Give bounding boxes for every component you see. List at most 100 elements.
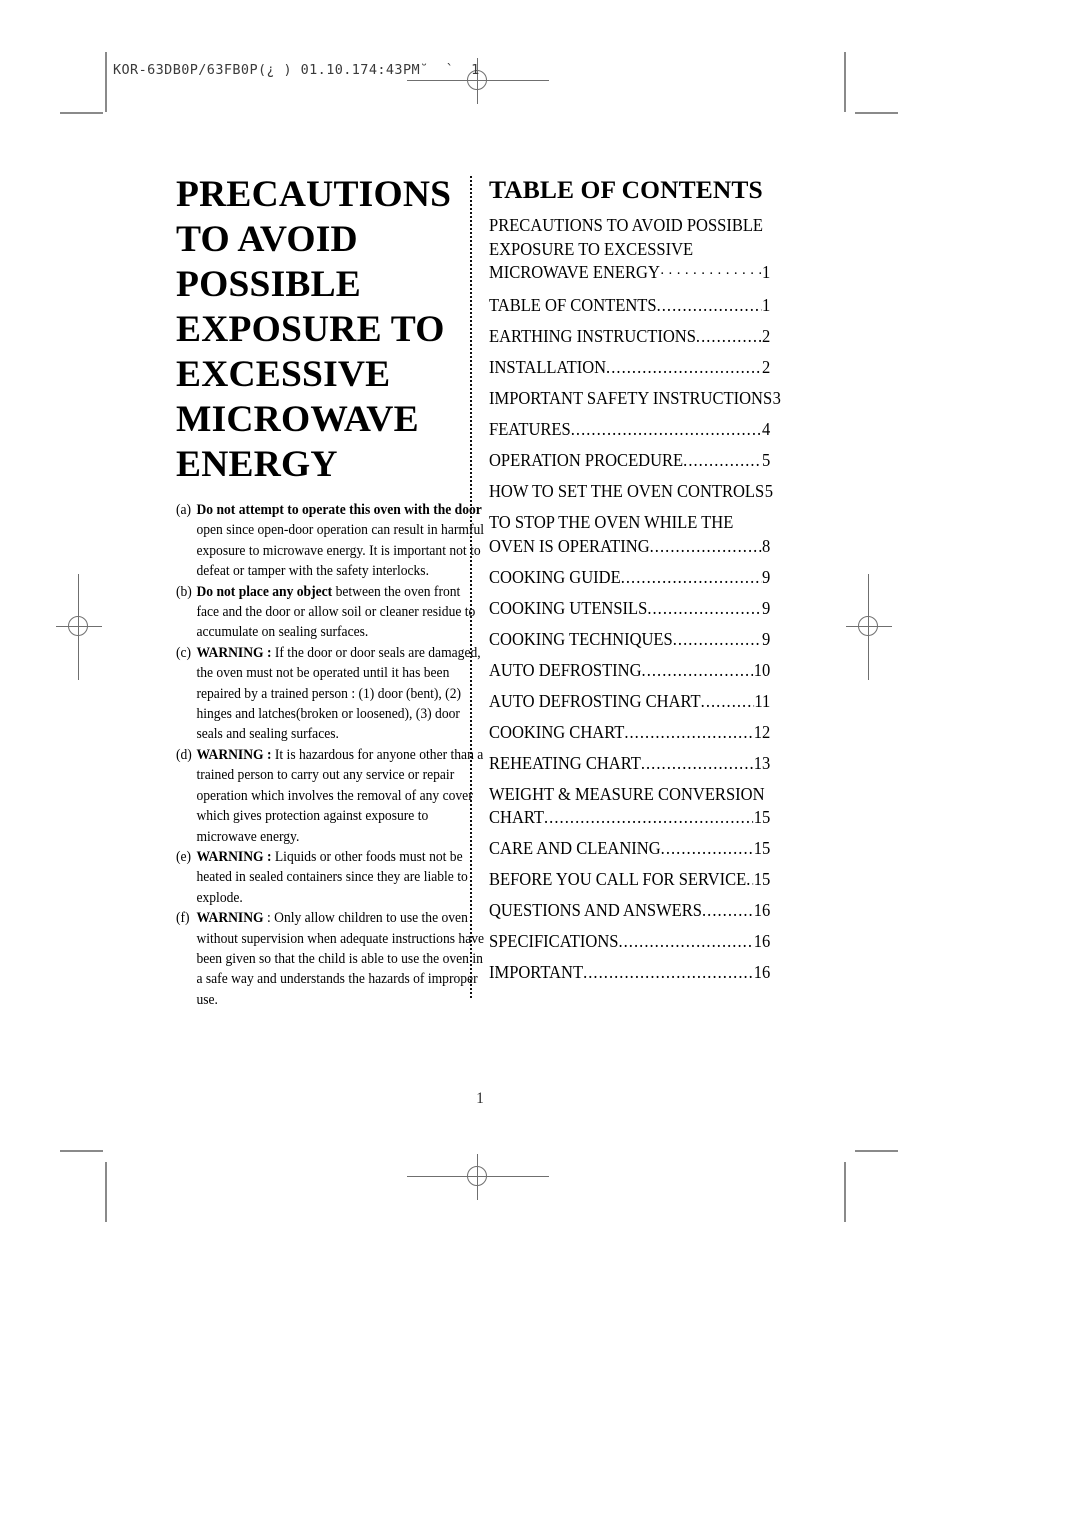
- toc-entry-row: TABLE OF CONTENTS.......................…: [489, 294, 770, 318]
- toc-entry-page-number: 13: [753, 752, 771, 773]
- toc-entry[interactable]: COOKING UTENSILS........................…: [489, 597, 770, 621]
- crop-mark-top-left-horizontal: [60, 112, 103, 114]
- toc-entry-row: COOKING CHART...........................…: [489, 721, 770, 745]
- toc-entry[interactable]: QUESTIONS AND ANSWERS...................…: [489, 899, 770, 923]
- toc-entry[interactable]: COOKING TECHNIQUES......................…: [489, 628, 770, 652]
- crop-mark-bottom-right-vertical: [844, 1162, 846, 1222]
- toc-entry-page-number: 2: [762, 326, 771, 346]
- toc-entry[interactable]: CARE AND CLEANING.......................…: [489, 837, 770, 861]
- printed-page: KOR-63DB0P/63FB0P(¿ ) 01.10.174:43PM˘ ` …: [0, 0, 1080, 1528]
- toc-entry-row: CARE AND CLEANING.......................…: [489, 837, 770, 861]
- toc-entry-row: INSTALLATION............................…: [489, 356, 770, 380]
- toc-entry-label: AUTO DEFROSTING CHART: [489, 690, 701, 711]
- crop-mark-bottom-left-vertical: [105, 1162, 107, 1222]
- registration-mark-bottom: [407, 1154, 549, 1200]
- toc-entry-label: INSTALLATION: [489, 357, 607, 377]
- toc-entry-page-number: 9: [762, 597, 771, 618]
- toc-entry[interactable]: REHEATING CHART.........................…: [489, 752, 770, 776]
- crop-mark-top-right-horizontal: [855, 112, 898, 114]
- toc-entry-row: COOKING TECHNIQUES......................…: [489, 628, 770, 652]
- precaution-item: (a) Do not attempt to operate this oven w…: [176, 500, 486, 582]
- toc-entry-wrapped-line: TO STOP THE OVEN WHILE THE: [489, 512, 734, 532]
- toc-entry-wrapped-line: PRECAUTIONS TO AVOID POSSIBLE: [489, 215, 764, 235]
- toc-entry-row: OVEN IS OPERATING.......................…: [489, 535, 770, 559]
- toc-entry-row: IMPORTANT...............................…: [489, 961, 770, 985]
- toc-entry-row: OPERATION PROCEDURE.....................…: [489, 449, 770, 473]
- toc-leader-dots: ........................................…: [683, 450, 761, 470]
- precaution-lead: Do not place any object: [196, 583, 333, 600]
- toc-entry[interactable]: PRECAUTIONS TO AVOID POSSIBLE EXPOSURE TO…: [489, 214, 770, 287]
- toc-entry[interactable]: SPECIFICATIONS..........................…: [489, 930, 770, 954]
- precaution-lead: Do not attempt to operate this oven with…: [196, 502, 482, 518]
- toc-leader-dots: ........................................…: [583, 962, 754, 982]
- toc-entry-row: MICROWAVE ENERGY························…: [489, 261, 770, 287]
- precaution-item: (c) WARNING : If the door or door seals a…: [176, 643, 486, 745]
- table-of-contents-heading: TABLE OF CONTENTS: [489, 175, 763, 204]
- toc-entry-row: QUESTIONS AND ANSWERS...................…: [489, 899, 770, 923]
- toc-entry[interactable]: COOKING GUIDE...........................…: [489, 566, 770, 590]
- toc-entry-label: TABLE OF CONTENTS: [489, 295, 657, 315]
- precaution-marker: (e): [176, 848, 192, 865]
- toc-entry-row: CHART...................................…: [489, 806, 770, 830]
- toc-entry-page-number: 5: [762, 450, 771, 470]
- page-title-line: EXCESSIVE: [176, 354, 391, 395]
- page-title-line: POSSIBLE: [176, 264, 362, 305]
- toc-entry[interactable]: AUTO DEFROSTING.........................…: [489, 659, 770, 683]
- toc-entry-row: HOW TO SET THE OVEN CONTROLS............…: [489, 480, 773, 504]
- crop-mark-bottom-right-horizontal: [855, 1150, 898, 1152]
- toc-entry-page-number: 15: [753, 807, 771, 827]
- toc-entry-wrapped-line: EXPOSURE TO EXCESSIVE: [489, 238, 694, 259]
- toc-entry-row: EARTHING INSTRUCTIONS...................…: [489, 325, 770, 349]
- toc-entry[interactable]: TO STOP THE OVEN WHILE THE OVEN IS OPERAT…: [489, 511, 770, 558]
- toc-leader-dots: ........................................…: [620, 566, 762, 587]
- toc-entry-row: AUTO DEFROSTING CHART...................…: [489, 690, 770, 714]
- registration-mark-left: [56, 574, 102, 680]
- precaution-item: (d) WARNING : It is hazardous for anyone …: [176, 745, 486, 847]
- precaution-marker: (f): [176, 910, 190, 927]
- precaution-lead: WARNING :: [196, 644, 272, 661]
- toc-entry-page-number: 15: [753, 838, 771, 858]
- toc-leader-dots: ........................................…: [570, 419, 762, 439]
- toc-entry-page-number: 10: [753, 659, 771, 680]
- toc-leader-dots: ........................................…: [746, 869, 753, 889]
- precautions-list: (a) Do not attempt to operate this oven w…: [176, 500, 484, 1010]
- toc-entry-label: EARTHING INSTRUCTIONS: [489, 326, 696, 346]
- toc-entry[interactable]: IMPORTANT SAFETY INSTRUCTIONS...........…: [489, 387, 781, 411]
- toc-entry-label: IMPORTANT: [489, 962, 584, 982]
- toc-entry[interactable]: HOW TO SET THE OVEN CONTROLS............…: [489, 480, 773, 504]
- precaution-marker: (d): [176, 746, 192, 763]
- toc-entry[interactable]: TABLE OF CONTENTS.......................…: [489, 294, 770, 318]
- toc-entry[interactable]: BEFORE YOU CALL FOR SERVICE.............…: [489, 868, 770, 892]
- toc-entry-label: BEFORE YOU CALL FOR SERVICE: [489, 869, 747, 889]
- toc-entry-label: QUESTIONS AND ANSWERS: [489, 900, 702, 920]
- toc-leader-dots: ........................................…: [544, 807, 753, 827]
- toc-entry-label: OVEN IS OPERATING: [489, 535, 650, 556]
- toc-leader-dots: ........................................…: [700, 690, 754, 711]
- toc-entry[interactable]: COOKING CHART...........................…: [489, 721, 770, 745]
- toc-entry-label: COOKING GUIDE: [489, 566, 621, 587]
- toc-entry[interactable]: WEIGHT & MEASURE CONVERSION CHART........…: [489, 783, 770, 830]
- toc-entry-page-number: 16: [753, 900, 771, 920]
- toc-entry[interactable]: AUTO DEFROSTING CHART...................…: [489, 690, 770, 714]
- toc-leader-dots: ........................................…: [640, 752, 754, 773]
- precaution-lead: WARNING :: [196, 848, 272, 865]
- toc-entry-row: BEFORE YOU CALL FOR SERVICE.............…: [489, 868, 770, 892]
- toc-entry[interactable]: IMPORTANT...............................…: [489, 961, 770, 985]
- toc-entry-label: MICROWAVE ENERGY: [489, 262, 660, 282]
- toc-leader-dots: ........................................…: [672, 628, 762, 649]
- toc-entry[interactable]: EARTHING INSTRUCTIONS...................…: [489, 325, 770, 349]
- toc-entry[interactable]: FEATURES................................…: [489, 418, 770, 442]
- toc-entry-label: CHART: [489, 807, 545, 827]
- toc-entry-row: COOKING GUIDE...........................…: [489, 566, 770, 590]
- toc-entry[interactable]: OPERATION PROCEDURE.....................…: [489, 449, 770, 473]
- toc-entry-row: IMPORTANT SAFETY INSTRUCTIONS...........…: [489, 387, 781, 411]
- toc-entry[interactable]: INSTALLATION............................…: [489, 356, 770, 380]
- toc-entry-page-number: 3: [772, 388, 781, 408]
- precaution-marker: (b): [176, 583, 192, 600]
- page-title-line: ENERGY: [176, 444, 338, 485]
- toc-entry-wrapped-line: WEIGHT & MEASURE CONVERSION: [489, 783, 765, 804]
- page-title: PRECAUTIONS TO AVOID POSSIBLE EXPOSURE TO EX…: [176, 172, 464, 487]
- toc-entry-label: AUTO DEFROSTING: [489, 659, 642, 680]
- toc-entry-row: SPECIFICATIONS..........................…: [489, 930, 770, 954]
- print-header-slug: KOR-63DB0P/63FB0P(¿ ) 01.10.174:43PM˘ ` …: [113, 62, 480, 78]
